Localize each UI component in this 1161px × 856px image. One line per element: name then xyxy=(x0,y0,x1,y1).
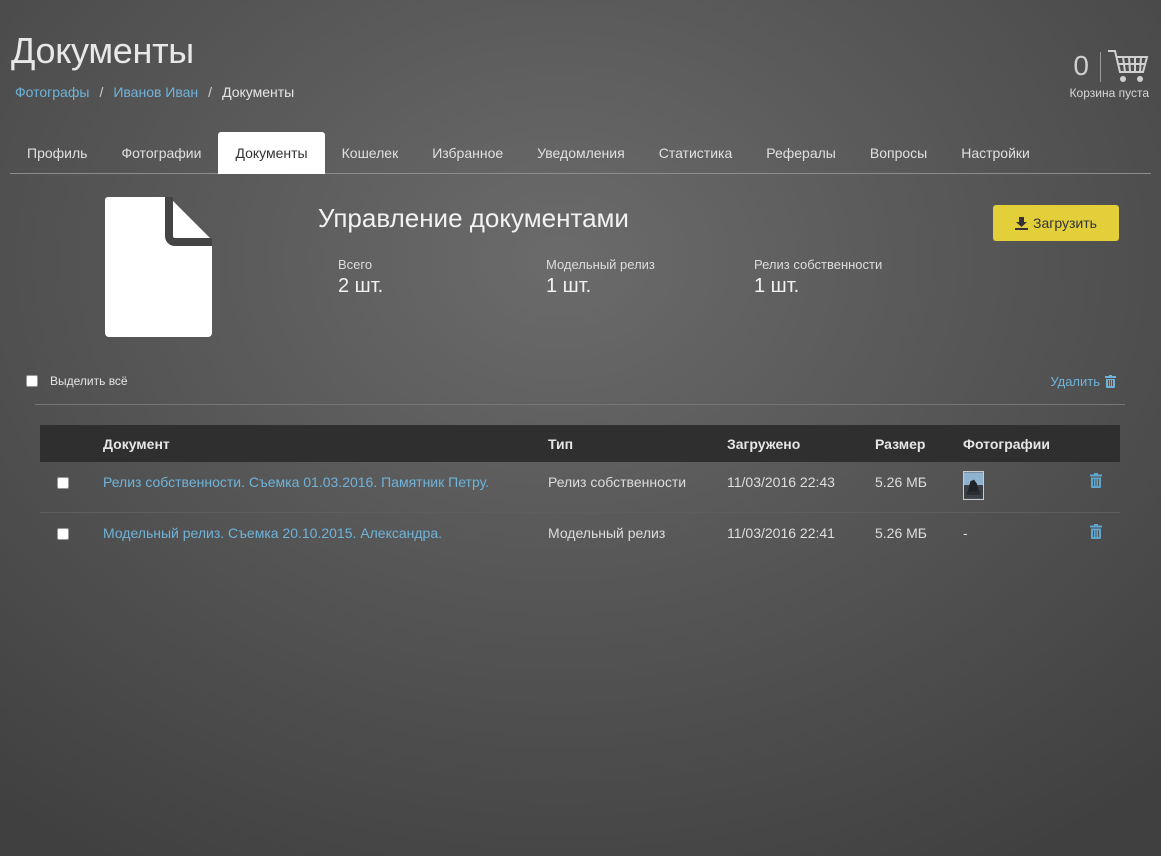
tab-notifications[interactable]: Уведомления xyxy=(520,132,642,173)
column-header-uploaded[interactable]: Загружено xyxy=(727,436,800,452)
stat-model-release: Модельный релиз 1 шт. xyxy=(546,257,655,298)
document-size: 5.26 МБ xyxy=(875,525,927,541)
stat-property-release: Релиз собственности 1 шт. xyxy=(754,257,882,298)
document-type: Релиз собственности xyxy=(548,474,687,490)
breadcrumb-photographers[interactable]: Фотографы xyxy=(15,84,89,100)
select-all-label: Выделить всё xyxy=(50,374,128,388)
profile-tabs: Профиль Фотографии Документы Кошелек Изб… xyxy=(10,132,1151,174)
breadcrumb-user[interactable]: Иванов Иван xyxy=(113,84,198,100)
cart-icon[interactable] xyxy=(1107,48,1149,84)
column-header-document[interactable]: Документ xyxy=(103,436,170,452)
stat-label: Всего xyxy=(338,257,373,272)
tab-profile[interactable]: Профиль xyxy=(10,132,104,173)
tab-photos[interactable]: Фотографии xyxy=(104,132,218,173)
tab-favorites[interactable]: Избранное xyxy=(415,132,520,173)
row-checkbox[interactable] xyxy=(57,477,69,489)
document-icon xyxy=(105,197,212,337)
document-link[interactable]: Модельный релиз. Съемка 20.10.2015. Алек… xyxy=(103,525,442,541)
documents-table: Документ Тип Загружено Размер Фотографии… xyxy=(40,425,1120,564)
upload-button-label: Загрузить xyxy=(1033,215,1097,231)
stat-value: 1 шт. xyxy=(546,275,592,297)
tab-statistics[interactable]: Статистика xyxy=(642,132,750,173)
column-header-type[interactable]: Тип xyxy=(548,436,573,452)
section-title: Управление документами xyxy=(318,203,629,233)
delete-label: Удалить xyxy=(1050,374,1100,389)
stat-total: Всего 2 шт. xyxy=(338,257,383,298)
stat-value: 2 шт. xyxy=(338,275,384,297)
tab-wallet[interactable]: Кошелек xyxy=(325,132,416,173)
breadcrumb-separator: / xyxy=(99,84,104,100)
tab-settings[interactable]: Настройки xyxy=(944,132,1047,173)
row-delete-icon[interactable] xyxy=(1090,473,1102,488)
cart-divider xyxy=(1100,52,1101,82)
select-all: Выделить всё xyxy=(26,374,128,388)
table-row: Релиз собственности. Съемка 01.03.2016. … xyxy=(40,462,1120,513)
breadcrumb-current: Документы xyxy=(222,84,295,100)
page-title: Документы xyxy=(11,30,194,71)
tab-documents[interactable]: Документы xyxy=(218,132,325,174)
select-all-checkbox[interactable] xyxy=(26,375,38,387)
stat-label: Релиз собственности xyxy=(754,257,883,272)
upload-button[interactable]: Загрузить xyxy=(993,205,1119,241)
tab-questions[interactable]: Вопросы xyxy=(853,132,944,173)
row-delete-icon[interactable] xyxy=(1090,524,1102,539)
download-icon xyxy=(1015,216,1029,230)
tab-referrals[interactable]: Рефералы xyxy=(749,132,853,173)
breadcrumb: Фотографы / Иванов Иван / Документы xyxy=(15,84,294,100)
cart-count: 0 xyxy=(1073,50,1089,81)
document-link[interactable]: Релиз собственности. Съемка 01.03.2016. … xyxy=(103,474,489,490)
stat-value: 1 шт. xyxy=(754,275,800,297)
document-uploaded: 11/03/2016 22:41 xyxy=(727,525,835,541)
photo-thumbnail[interactable] xyxy=(963,471,984,500)
stat-label: Модельный релиз xyxy=(546,257,655,272)
document-photos: - xyxy=(963,525,968,541)
trash-icon xyxy=(1105,375,1116,388)
divider xyxy=(35,404,1125,405)
column-header-photos: Фотографии xyxy=(963,435,1051,452)
table-row: Модельный релиз. Съемка 20.10.2015. Алек… xyxy=(40,513,1120,564)
cart-widget[interactable]: 0 Корзина пуста xyxy=(1059,48,1149,102)
cart-status-label: Корзина пуста xyxy=(1069,86,1149,100)
delete-button[interactable]: Удалить xyxy=(1050,374,1116,389)
table-header: Документ Тип Загружено Размер Фотографии xyxy=(40,425,1120,462)
row-checkbox[interactable] xyxy=(57,528,69,540)
document-size: 5.26 МБ xyxy=(875,474,927,490)
document-uploaded: 11/03/2016 22:43 xyxy=(727,474,835,490)
document-type: Модельный релиз xyxy=(548,525,666,541)
breadcrumb-separator: / xyxy=(208,84,213,100)
column-header-size[interactable]: Размер xyxy=(875,436,925,452)
